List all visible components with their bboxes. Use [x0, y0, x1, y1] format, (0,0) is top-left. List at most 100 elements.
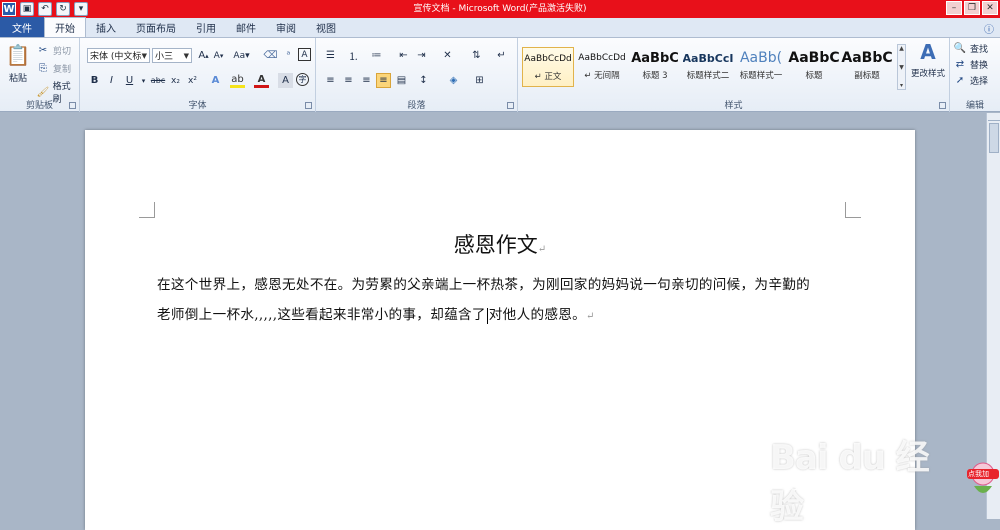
scrollbar-thumb[interactable] — [989, 123, 999, 153]
vertical-scrollbar[interactable] — [986, 113, 1000, 519]
floating-badge[interactable]: 点我加 — [966, 460, 1000, 500]
style-heading-style-1[interactable]: AaBb( 标题样式一 — [735, 47, 787, 87]
align-right-icon[interactable]: ≡ — [359, 73, 374, 88]
grow-font-button[interactable]: A ▴ — [196, 48, 211, 63]
superscript-button[interactable]: x² — [185, 73, 200, 88]
shrink-font-button[interactable]: A ▾ — [211, 48, 226, 63]
paste-button[interactable]: 📋 粘贴 — [5, 42, 31, 84]
phonetic-guide-icon[interactable]: ᵃ — [281, 48, 296, 63]
font-size-value: 小三 — [155, 52, 174, 62]
highlight-icon[interactable]: ab — [230, 73, 245, 88]
tab-mailings[interactable]: 邮件 — [226, 18, 266, 37]
shading-icon[interactable]: ◈ — [446, 73, 461, 88]
character-shading-icon[interactable]: A — [278, 73, 293, 88]
underline-button[interactable]: U — [122, 73, 137, 88]
scissors-icon: ✂ — [38, 44, 48, 56]
select-button[interactable]: ➚ 选择 — [953, 73, 988, 87]
align-left-icon[interactable]: ≡ — [323, 73, 338, 88]
enclose-characters-icon[interactable]: 字 — [296, 73, 309, 86]
line-spacing-icon[interactable]: ↕ — [416, 73, 431, 88]
close-button[interactable]: ✕ — [982, 1, 998, 15]
tab-view[interactable]: 视图 — [306, 18, 346, 37]
style-heading-style-2[interactable]: AaBbCcI 标题样式二 — [682, 47, 734, 87]
numbering-icon[interactable]: ⒈ — [346, 48, 361, 63]
tab-home[interactable]: 开始 — [44, 17, 86, 37]
style-name: 标题 — [805, 71, 823, 81]
bold-button[interactable]: B — [87, 73, 102, 88]
text-effects-icon[interactable]: A — [208, 73, 223, 88]
brush-icon: 🖌 — [36, 86, 50, 98]
replace-button[interactable]: ⇄ 替换 — [953, 57, 988, 71]
style-heading-3[interactable]: AaBbC 标题 3 — [629, 47, 681, 87]
font-name-combo[interactable]: 宋体 (中文标题) ▼ — [87, 48, 150, 63]
change-styles-button[interactable]: A 更改样式 — [908, 40, 948, 79]
decrease-indent-icon[interactable]: ⇤ — [396, 48, 411, 63]
character-border-icon[interactable]: A — [298, 48, 311, 61]
baidu-watermark: Bai du 经验 jingyan.baidu.com — [770, 408, 940, 527]
window-title: 宣传文档 - Microsoft Word(产品激活失败) — [413, 4, 587, 14]
title-bar: W ▣ ↶ ↻ ▾ 宣传文档 - Microsoft Word(产品激活失败) … — [0, 0, 1000, 18]
style-no-spacing[interactable]: AaBbCcDd ↵ 无间隔 — [576, 47, 628, 87]
clipboard-group: 📋 粘贴 ✂ 剪切 ⎘ 复制 🖌 格式刷 剪贴板 — [0, 38, 80, 112]
styles-gallery-scroll[interactable]: ▲ ▼ ▾ — [897, 44, 906, 90]
styles-group-label: 样式 — [724, 101, 743, 111]
clipboard-launcher[interactable] — [69, 102, 76, 109]
chinese-layout-icon[interactable]: ✕ — [440, 48, 455, 63]
distributed-icon[interactable]: ▤ — [394, 73, 409, 88]
multilevel-list-icon[interactable]: ≔ — [369, 48, 384, 63]
ribbon-tabs: 文件 开始 插入 页面布局 引用 邮件 审阅 视图 ⓘ — [0, 17, 1000, 38]
bullets-icon[interactable]: ☰ — [323, 48, 338, 63]
tab-insert[interactable]: 插入 — [86, 18, 126, 37]
strikethrough-button[interactable]: abc — [148, 73, 168, 88]
chevron-down-icon[interactable]: ▼ — [899, 64, 904, 71]
more-icon[interactable]: ▾ — [900, 82, 903, 89]
help-icon[interactable]: ⓘ — [984, 19, 994, 37]
style-normal[interactable]: AaBbCcDd ↵ 正文 — [522, 47, 574, 87]
search-icon: 🔍 — [953, 42, 967, 54]
clear-formatting-icon[interactable]: ⌫ — [263, 48, 278, 63]
style-preview: AaBbC — [788, 50, 840, 66]
subscript-button[interactable]: x₂ — [168, 73, 183, 88]
show-marks-icon[interactable]: ↵ — [494, 48, 509, 63]
change-case-button[interactable]: Aa▾ — [233, 48, 249, 63]
body-text-before-cursor: 老师倒上一杯水,,,,,这些看起来非常小的事，却蕴含了 — [157, 307, 486, 323]
clipboard-group-label: 剪贴板 — [25, 101, 53, 111]
document-title[interactable]: 感恩作文↵ — [85, 229, 915, 259]
document-title-text: 感恩作文 — [453, 233, 538, 257]
paste-label: 粘贴 — [8, 74, 27, 84]
document-body[interactable]: 在这个世界上，感恩无处不在。为劳累的父亲端上一杯热茶，为刚回家的妈妈说一句亲切的… — [157, 270, 857, 332]
style-preview: AaBb( — [739, 50, 783, 66]
font-launcher[interactable] — [305, 102, 312, 109]
tab-review[interactable]: 审阅 — [266, 18, 306, 37]
cut-label: 剪切 — [53, 46, 72, 57]
font-size-combo[interactable]: 小三 ▼ — [152, 48, 192, 63]
tab-page-layout[interactable]: 页面布局 — [126, 18, 186, 37]
minimize-button[interactable]: – — [946, 1, 962, 15]
increase-indent-icon[interactable]: ⇥ — [414, 48, 429, 63]
chevron-up-icon[interactable]: ▲ — [899, 45, 904, 52]
sort-icon[interactable]: ⇅ — [469, 48, 484, 63]
body-line: 在这个世界上，感恩无处不在。为劳累的父亲端上一杯热茶，为刚回家的妈妈说一句亲切的… — [157, 277, 811, 293]
tab-references[interactable]: 引用 — [186, 18, 226, 37]
font-color-icon[interactable]: A — [254, 73, 269, 88]
paragraph-launcher[interactable] — [507, 102, 514, 109]
restore-button[interactable]: ❐ — [964, 1, 980, 15]
style-title[interactable]: AaBbC 标题 — [788, 47, 840, 87]
ribbon: 📋 粘贴 ✂ 剪切 ⎘ 复制 🖌 格式刷 剪贴板 宋体 (中文标题) ▼ 小三 … — [0, 38, 1000, 112]
justify-icon[interactable]: ≡ — [376, 73, 391, 88]
styles-launcher[interactable] — [939, 102, 946, 109]
copy-button[interactable]: ⎘ 复制 — [36, 61, 71, 75]
ruler-toggle-icon[interactable] — [988, 113, 1000, 121]
paragraph-mark-icon: ↵ — [586, 311, 595, 322]
cut-button[interactable]: ✂ 剪切 — [36, 43, 71, 57]
select-label: 选择 — [970, 76, 989, 87]
style-subtitle[interactable]: AaBbC 副标题 — [841, 47, 893, 87]
body-text-after-cursor: 对他人的感恩。 — [488, 307, 587, 323]
find-button[interactable]: 🔍 查找 — [953, 41, 988, 55]
style-name: 标题 3 — [642, 71, 668, 81]
italic-button[interactable]: I — [104, 73, 119, 88]
borders-icon[interactable]: ⊞ — [472, 73, 487, 88]
align-center-icon[interactable]: ≡ — [341, 73, 356, 88]
editing-group: 🔍 查找 ⇄ 替换 ➚ 选择 编辑 — [950, 38, 1000, 112]
tab-file[interactable]: 文件 — [0, 17, 44, 37]
